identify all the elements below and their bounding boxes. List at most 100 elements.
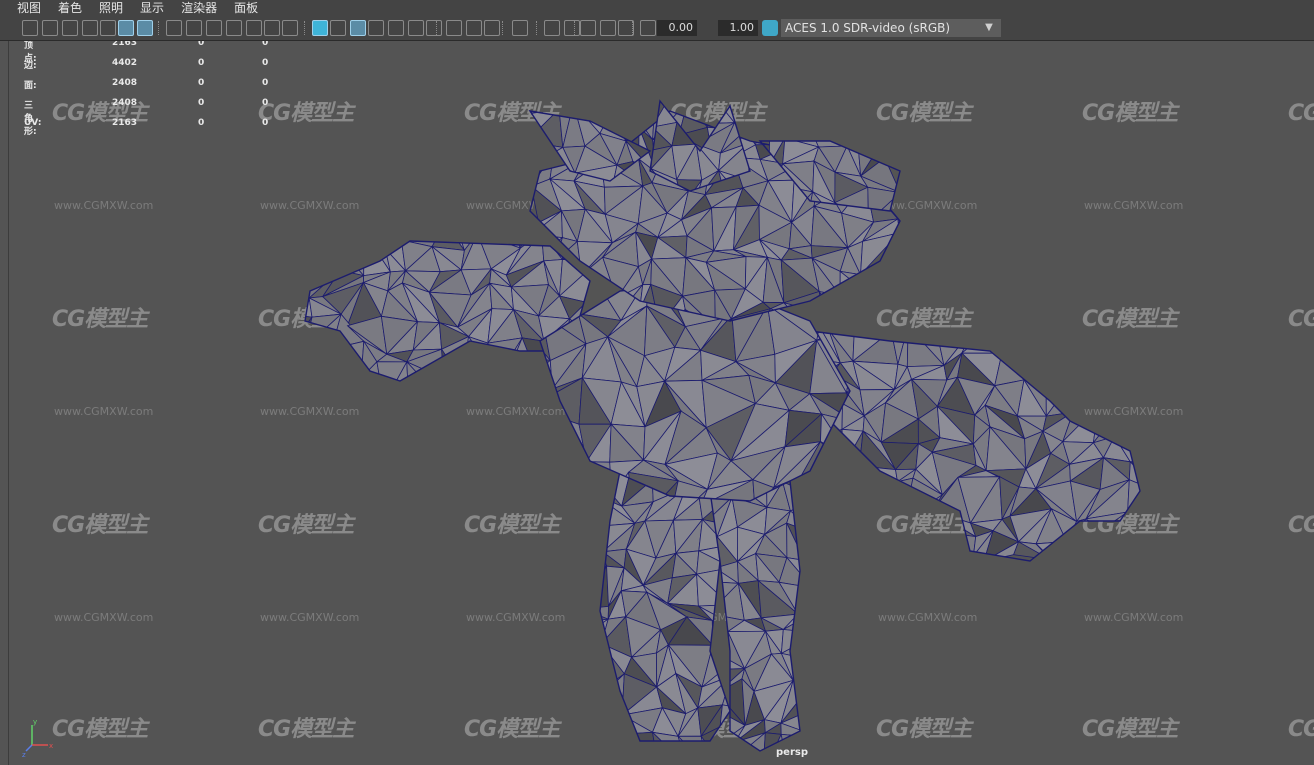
mesh-face	[540, 359, 553, 390]
grease-pencil-icon[interactable]	[118, 20, 134, 36]
mesh-face	[1020, 359, 1052, 381]
mesh-face	[305, 264, 310, 302]
toolbar-separator	[536, 21, 539, 35]
viewport-menubar: 视图 着色 照明 显示 渲染器 面板	[0, 0, 1314, 16]
watermark-logo: CG模型主	[1288, 101, 1314, 126]
axis-gizmo: y x z	[22, 718, 53, 757]
camera-select-icon[interactable]	[22, 20, 38, 36]
mesh-face	[585, 461, 613, 499]
x-axis-label: x	[49, 742, 53, 750]
screen-space-ao-icon[interactable]	[426, 20, 442, 36]
toolbar-separator	[436, 21, 439, 35]
perspective-viewport[interactable]: CG模型主CG模型主CG模型主CG模型主CG模型主CG模型主CG模型主CG模型主…	[0, 41, 1314, 765]
multisample-aa-icon[interactable]	[466, 20, 482, 36]
bookmark-icon[interactable]	[62, 20, 78, 36]
mesh-face	[1023, 358, 1052, 381]
wireframe-on-shaded-icon[interactable]	[350, 20, 366, 36]
color-space-dropdown[interactable]: ACES 1.0 SDR-video (sRGB) ▼	[781, 19, 1001, 37]
mesh-face	[600, 672, 625, 716]
color-management-icon[interactable]	[640, 20, 656, 36]
mesh-face	[530, 111, 533, 142]
mesh-face	[818, 290, 841, 321]
depth-of-field-icon[interactable]	[484, 20, 500, 36]
mesh-face	[305, 312, 313, 352]
mesh-face	[540, 353, 552, 388]
menu-renderer[interactable]: 渲染器	[181, 0, 217, 16]
mesh-face	[335, 243, 365, 277]
watermark-url: www.CGMXW.com	[54, 611, 154, 624]
isolate-select-icon[interactable]	[512, 20, 528, 36]
watermark-logo: CG模型主	[52, 513, 148, 538]
motion-blur-icon[interactable]	[446, 20, 462, 36]
toolbar-separator	[502, 21, 505, 35]
safe-title-icon[interactable]	[264, 20, 280, 36]
watermark-logo: CG模型主	[1288, 717, 1314, 742]
toolbar-separator	[574, 21, 577, 35]
mesh-face	[600, 551, 608, 568]
mesh-face	[780, 629, 800, 655]
camera-name-label: persp	[776, 747, 808, 758]
watermark-url: www.CGMXW.com	[54, 199, 154, 212]
menu-panels[interactable]: 面板	[234, 0, 258, 16]
shadows-icon[interactable]	[408, 20, 424, 36]
xray-icon[interactable]	[544, 20, 560, 36]
mesh-face	[600, 618, 609, 648]
mesh-face	[487, 337, 524, 380]
watermark-url: www.CGMXW.com	[54, 405, 154, 418]
use-all-lights-icon[interactable]	[388, 20, 404, 36]
mesh-face	[820, 441, 850, 473]
exposure-icon[interactable]	[600, 20, 616, 36]
watermark-logo: CG模型主	[52, 307, 148, 332]
exposure-field[interactable]: 0.00	[657, 20, 697, 36]
safe-action-icon[interactable]	[246, 20, 262, 36]
low-poly-monster-mesh[interactable]	[290, 91, 1170, 765]
smooth-shade-icon[interactable]	[312, 20, 328, 36]
menu-lighting[interactable]: 照明	[99, 0, 123, 16]
grid-icon[interactable]	[137, 20, 153, 36]
textured-icon[interactable]	[368, 20, 384, 36]
mesh-face	[792, 661, 800, 688]
mesh-face	[897, 186, 900, 220]
default-material-icon[interactable]	[330, 20, 346, 36]
camera-attributes-icon[interactable]	[42, 20, 58, 36]
image-plane-icon[interactable]	[82, 20, 98, 36]
toolbar-separator	[304, 21, 307, 35]
mesh-face	[530, 111, 561, 114]
backface-culling-icon[interactable]	[580, 20, 596, 36]
mesh-face	[441, 347, 463, 381]
resolution-gate-icon[interactable]	[186, 20, 202, 36]
mesh-face	[1092, 401, 1126, 444]
toolbar-separator	[158, 21, 161, 35]
film-gate-icon[interactable]	[166, 20, 182, 36]
mesh-face	[530, 113, 532, 142]
two-d-pan-zoom-icon[interactable]	[100, 20, 116, 36]
color-management-icon[interactable]	[762, 20, 778, 36]
chevron-down-icon[interactable]: ▼	[981, 19, 997, 37]
menu-show[interactable]: 显示	[140, 0, 164, 16]
mesh-face	[363, 241, 392, 277]
mesh-face	[1035, 541, 1068, 561]
field-chart-icon[interactable]	[226, 20, 242, 36]
color-space-value: ACES 1.0 SDR-video (sRGB)	[785, 21, 951, 35]
z-axis-label: z	[22, 751, 26, 757]
mesh-face	[897, 214, 900, 234]
mesh-face	[600, 605, 609, 620]
mesh-face	[818, 291, 838, 321]
wireframe-icon[interactable]	[282, 20, 298, 36]
gate-mask-icon[interactable]	[206, 20, 222, 36]
mesh-face	[504, 241, 535, 250]
mesh-face	[1127, 479, 1140, 513]
mesh-face	[330, 340, 365, 379]
menu-view[interactable]: 视图	[17, 0, 41, 16]
xray-joints-icon[interactable]	[564, 20, 580, 36]
poly-count-hud: 顶点: 2163 0 0 边: 4402 0 0 面: 2408 0 0 三角形…	[24, 41, 269, 137]
gamma-field[interactable]: 1.00	[718, 20, 758, 36]
menu-shading[interactable]: 着色	[58, 0, 82, 16]
mesh-face	[600, 618, 609, 648]
y-axis-label: y	[33, 718, 37, 726]
mesh-face	[431, 241, 466, 251]
watermark-logo: CG模型主	[1288, 307, 1314, 332]
mesh-face	[897, 477, 914, 522]
mesh-face	[839, 270, 878, 301]
watermark-logo: CG模型主	[1288, 513, 1314, 538]
